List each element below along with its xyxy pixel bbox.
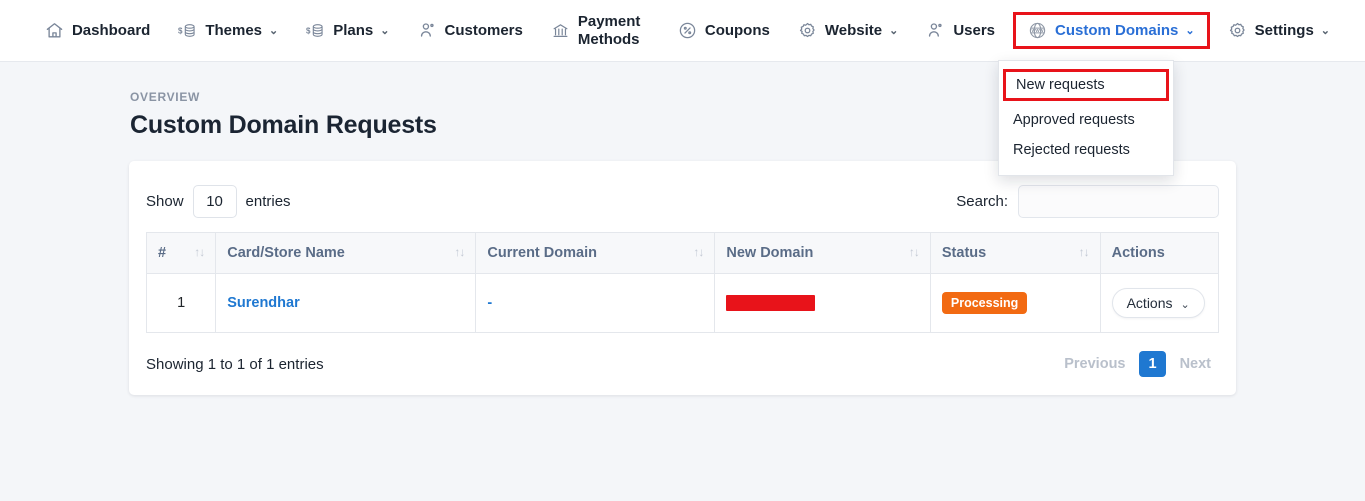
page-title: Custom Domain Requests [130,111,1365,140]
nav-item-dashboard[interactable]: Dashboard [31,13,164,48]
redacted-new-domain [726,295,815,311]
status-badge: Processing [942,292,1027,314]
cell-status: Processing [930,274,1100,333]
column-label: Status [942,245,986,261]
chevron-down-icon: ⌄ [1181,298,1190,311]
chevron-down-icon: ⌄ [269,25,278,38]
nav-item-custom-domains[interactable]: WWW Custom Domains ⌄ [1013,12,1210,49]
show-entries-control: Show 10 entries [146,185,291,218]
cell-actions: Actions ⌄ [1100,274,1218,333]
nav-item-users[interactable]: Users [912,13,1009,48]
pagination-previous[interactable]: Previous [1056,352,1133,376]
custom-domains-dropdown-menu: New requests Approved requests Rejected … [998,60,1174,176]
sort-icon: ↑↓ [1079,245,1089,259]
column-header-status[interactable]: Status ↑↓ [930,233,1100,274]
column-header-current-domain[interactable]: Current Domain ↑↓ [476,233,715,274]
nav-item-plans[interactable]: $ Plans ⌄ [292,13,403,48]
nav-label: Users [953,22,995,39]
money-stack-icon: $ [178,21,197,40]
svg-text:WWW: WWW [1031,28,1044,33]
search-input[interactable] [1018,185,1219,218]
chevron-down-icon: ⌄ [889,25,898,38]
sort-icon: ↑↓ [909,245,919,259]
user-group-icon [926,21,945,40]
globe-www-icon: WWW [1028,21,1047,40]
nav-label: Coupons [705,22,770,39]
table-head: # ↑↓ Card/Store Name ↑↓ Current Domain ↑↓ N… [147,233,1219,274]
nav-item-payment-methods[interactable]: Payment Methods [537,5,664,56]
search-label: Search: [956,193,1008,210]
gear-icon [1228,21,1247,40]
table-header-row: # ↑↓ Card/Store Name ↑↓ Current Domain ↑↓ N… [147,233,1219,274]
sort-icon: ↑↓ [454,245,464,259]
nav-label: Dashboard [72,22,150,39]
table-body: 1 Surendhar - Processing [147,274,1219,333]
table-controls: Show 10 entries Search: [146,177,1219,232]
cell-card-store-name: Surendhar [216,274,476,333]
users-icon [418,21,437,40]
table-footer: Showing 1 to 1 of 1 entries Previous 1 N… [146,333,1219,381]
row-actions-button[interactable]: Actions ⌄ [1112,288,1205,318]
svg-text:$: $ [306,26,311,35]
top-navbar: Dashboard $ Themes ⌄ $ Plans ⌄ Customers P… [0,0,1365,62]
nav-item-customers[interactable]: Customers [404,13,537,48]
column-header-card-store-name[interactable]: Card/Store Name ↑↓ [216,233,476,274]
breadcrumb-overview: OVERVIEW [130,90,1365,104]
column-label: Card/Store Name [227,245,345,261]
column-label: New Domain [726,245,813,261]
nav-label: Plans [333,22,373,39]
column-label: Actions [1112,245,1165,261]
chevron-down-icon: ⌄ [380,25,389,38]
bank-icon [551,21,570,40]
entries-info: Showing 1 to 1 of 1 entries [146,356,324,373]
table-row: 1 Surendhar - Processing [147,274,1219,333]
column-label: # [158,245,166,261]
column-header-new-domain[interactable]: New Domain ↑↓ [715,233,931,274]
nav-label: Themes [205,22,262,39]
current-domain-value: - [487,295,492,311]
entries-label: entries [246,193,291,210]
row-actions-label: Actions [1127,295,1173,311]
cell-index: 1 [147,274,216,333]
pagination: Previous 1 Next [1056,351,1219,377]
requests-card: Show 10 entries Search: # ↑↓ Card/Store N… [129,161,1236,395]
column-header-actions: Actions [1100,233,1218,274]
dropdown-item-rejected-requests[interactable]: Rejected requests [999,135,1173,165]
search-control: Search: [956,185,1219,218]
page-length-select[interactable]: 10 [193,185,237,218]
show-label: Show [146,193,184,210]
pagination-next[interactable]: Next [1172,352,1219,376]
store-name-link[interactable]: Surendhar [227,295,300,311]
dropdown-item-new-requests[interactable]: New requests [1003,69,1169,101]
nav-item-website[interactable]: Website ⌄ [784,13,912,48]
money-stack-icon: $ [306,21,325,40]
cell-new-domain [715,274,931,333]
home-icon [45,21,64,40]
nav-item-settings[interactable]: Settings ⌄ [1214,13,1344,48]
nav-items-container: Dashboard $ Themes ⌄ $ Plans ⌄ Customers P… [21,5,1344,56]
nav-label: Website [825,22,882,39]
sort-icon: ↑↓ [194,245,204,259]
chevron-down-icon: ⌄ [1321,25,1330,38]
sort-icon: ↑↓ [693,245,703,259]
nav-label: Settings [1255,22,1314,39]
pagination-page-1[interactable]: 1 [1139,351,1165,377]
nav-label: Custom Domains [1055,22,1178,39]
column-header-index[interactable]: # ↑↓ [147,233,216,274]
svg-text:$: $ [178,26,183,35]
custom-domain-requests-table: # ↑↓ Card/Store Name ↑↓ Current Domain ↑↓ N… [146,232,1219,333]
cell-current-domain: - [476,274,715,333]
dropdown-item-approved-requests[interactable]: Approved requests [999,105,1173,135]
nav-label: Customers [445,22,523,39]
nav-item-themes[interactable]: $ Themes ⌄ [164,13,292,48]
nav-item-coupons[interactable]: Coupons [664,13,784,48]
gear-icon [798,21,817,40]
percent-circle-icon [678,21,697,40]
column-label: Current Domain [487,245,597,261]
nav-label: Payment Methods [578,13,650,48]
chevron-down-icon: ⌄ [1185,25,1194,38]
